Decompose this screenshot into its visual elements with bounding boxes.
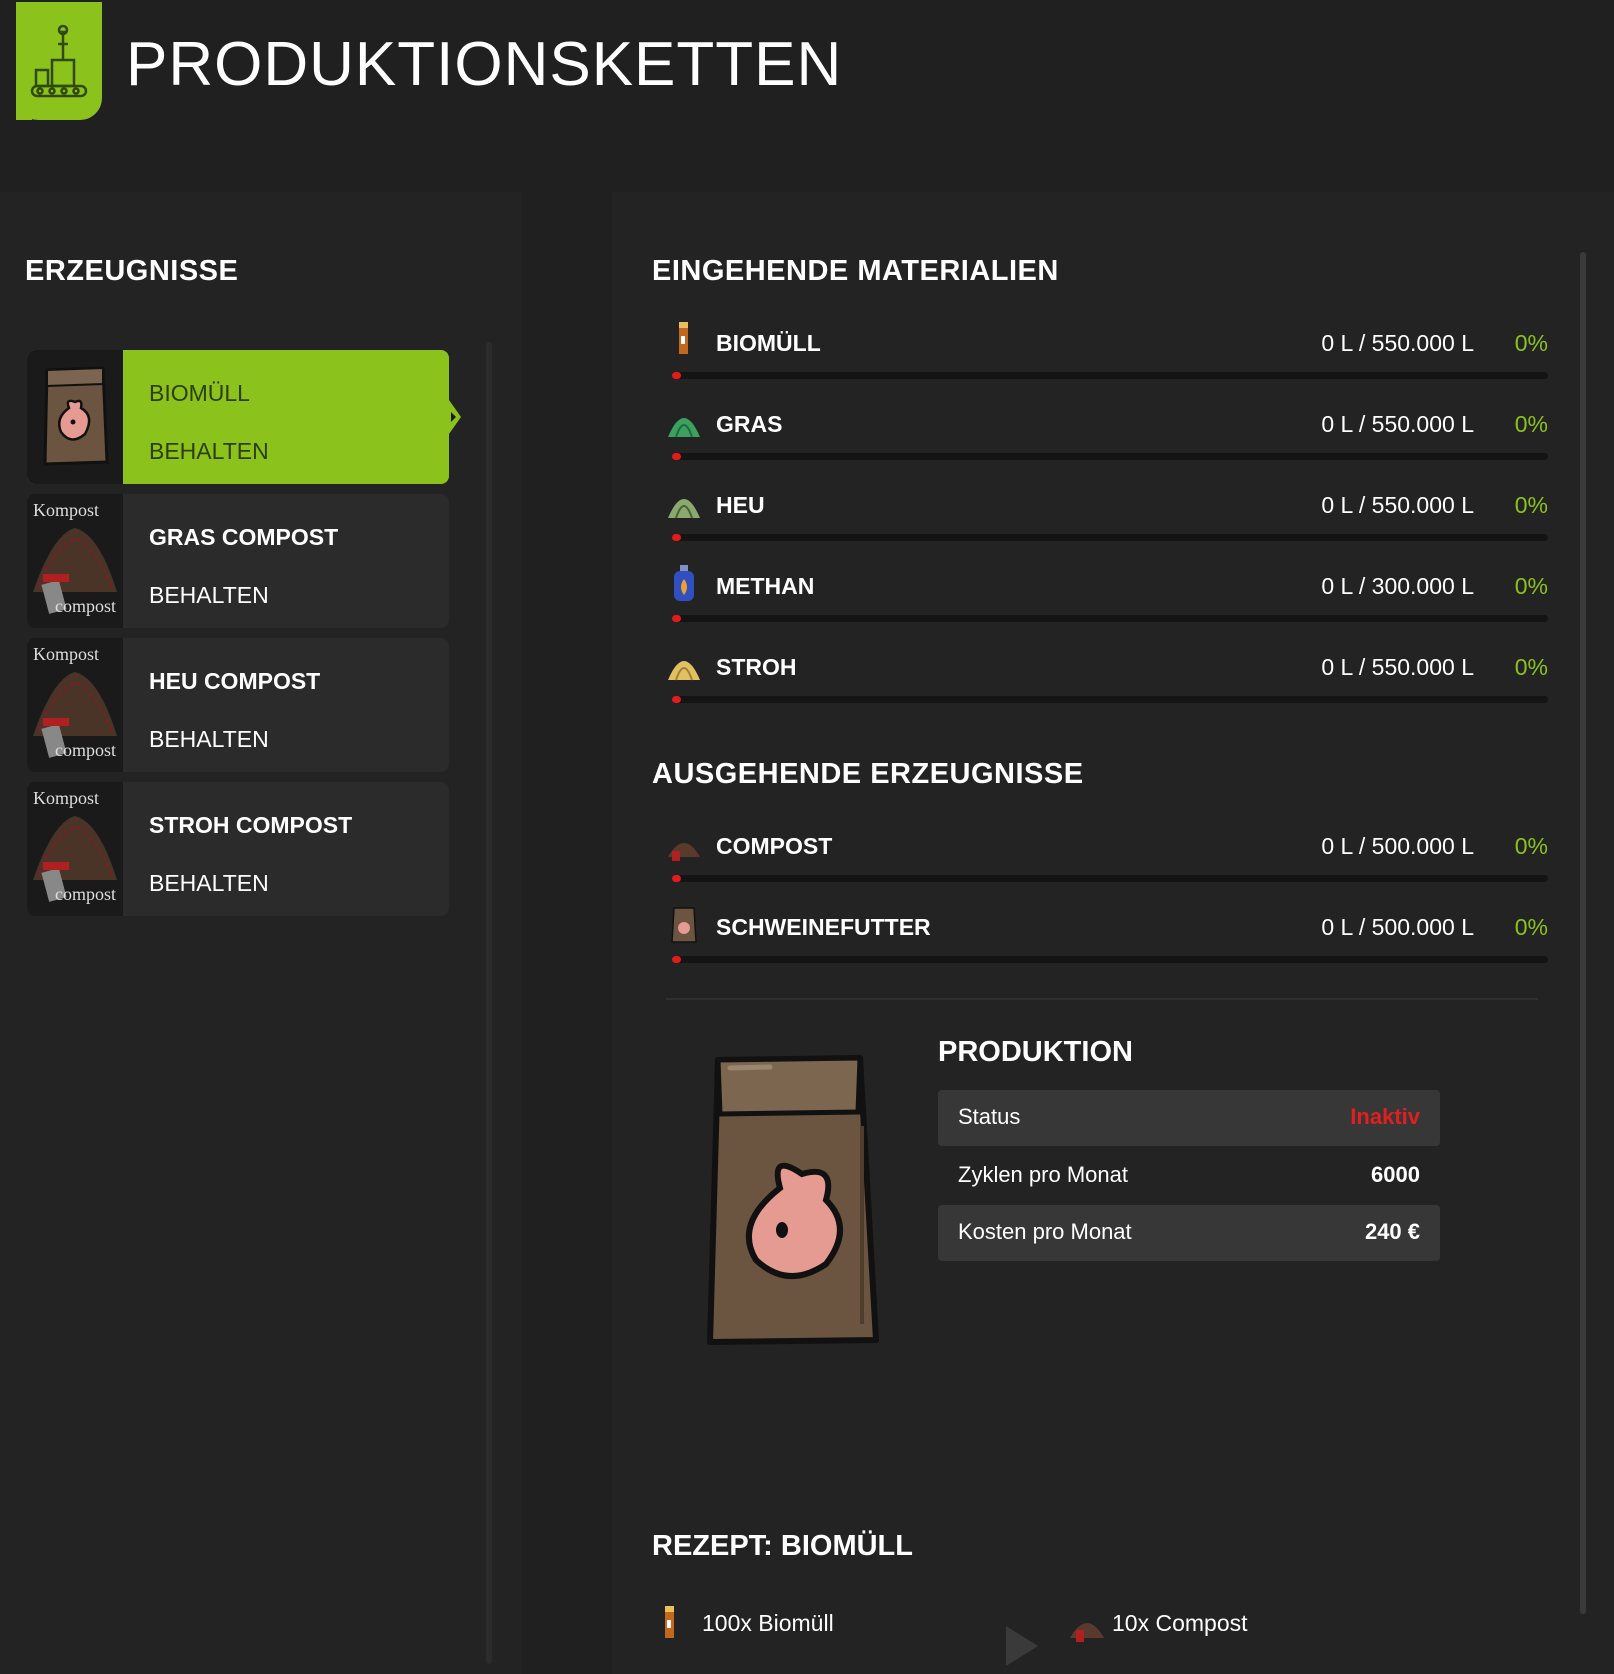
outgoing-row-schweinefutter: SCHWEINEFUTTER 0 L / 500.000 L 0% [666, 906, 1548, 976]
material-name: STROH [716, 654, 797, 680]
production-chain-icon [30, 24, 88, 98]
product-item-stroh-compost[interactable]: Kompost compost STROH COMPOST BEHALTEN [27, 782, 449, 916]
product-action: BEHALTEN [149, 726, 269, 752]
thumb-label-bottom: compost [55, 596, 116, 616]
material-fill-bar [672, 534, 1548, 541]
material-amount: 0 L / 550.000 L [1321, 411, 1474, 437]
recipe-title: REZEPT: BIOMÜLL [652, 1530, 913, 1562]
material-percent: 0% [1514, 654, 1548, 680]
material-fill-bar [672, 372, 1548, 379]
material-fill-bar [672, 696, 1548, 703]
incoming-row-biomuell: BIOMÜLL 0 L / 550.000 L 0% [666, 322, 1548, 392]
product-action: BEHALTEN [149, 582, 269, 608]
material-amount: 0 L / 550.000 L [1321, 330, 1474, 356]
thumb-label-top: Kompost [33, 788, 100, 808]
product-name: STROH COMPOST [149, 812, 353, 838]
material-amount: 0 L / 550.000 L [1321, 654, 1474, 680]
material-percent: 0% [1514, 573, 1548, 599]
cycles-label: Zyklen pro Monat [958, 1162, 1128, 1187]
product-item-biomuell[interactable]: BIOMÜLL BEHALTEN [27, 350, 461, 484]
material-percent: 0% [1514, 914, 1548, 940]
status-label: Status [958, 1104, 1021, 1129]
recipe-input: 100x Biomüll [656, 1602, 956, 1646]
products-scrollbar[interactable] [486, 342, 492, 1664]
material-percent: 0% [1514, 330, 1548, 356]
recipe-input-label: 100x Biomüll [702, 1610, 834, 1636]
thumb-label-top: Kompost [33, 644, 100, 664]
material-name: HEU [716, 492, 765, 518]
product-item-gras-compost[interactable]: Kompost compost GRAS COMPOST BEHALTEN [27, 494, 449, 628]
compost-icon [1070, 1623, 1104, 1642]
product-name: GRAS COMPOST [149, 524, 339, 550]
recipe-output: 10x Compost [1066, 1602, 1366, 1646]
material-amount: 0 L / 300.000 L [1321, 573, 1474, 599]
material-amount: 0 L / 550.000 L [1321, 492, 1474, 518]
production-cost-row: Kosten pro Monat 240 € [938, 1205, 1440, 1261]
methane-icon [674, 565, 694, 601]
material-percent: 0% [1514, 833, 1548, 859]
material-amount: 0 L / 500.000 L [1321, 833, 1474, 859]
details-scrollbar[interactable] [1580, 252, 1586, 1614]
pig-feed-bag-icon [43, 366, 109, 466]
incoming-row-stroh: STROH 0 L / 550.000 L 0% [666, 646, 1548, 716]
incoming-row-methan: METHAN 0 L / 300.000 L 0% [666, 565, 1548, 635]
production-status-row: Status Inaktiv [938, 1090, 1440, 1146]
production-title: PRODUKTION [938, 1036, 1133, 1068]
outgoing-title: AUSGEHENDE ERZEUGNISSE [652, 758, 1084, 790]
products-title: ERZEUGNISSE [25, 255, 239, 287]
chevron-right-icon [435, 350, 461, 484]
material-fill-bar [672, 875, 1548, 882]
product-name: HEU COMPOST [149, 668, 321, 694]
material-name: SCHWEINEFUTTER [716, 914, 931, 940]
section-divider [666, 998, 1538, 1000]
cost-value: 240 € [1364, 1219, 1420, 1244]
cost-label: Kosten pro Monat [958, 1219, 1132, 1244]
product-name: BIOMÜLL [149, 380, 250, 406]
outgoing-row-compost: COMPOST 0 L / 500.000 L 0% [666, 825, 1548, 895]
pig-feed-bag-image [707, 1055, 879, 1345]
production-chain-logo [16, 2, 102, 120]
biowaste-icon [679, 322, 688, 354]
product-thumb: Kompost compost [27, 782, 123, 916]
play-arrow-icon [1006, 1626, 1038, 1666]
thumb-label-top: Kompost [33, 500, 100, 520]
page-title: PRODUKTIONSKETTEN [126, 30, 843, 99]
incoming-title: EINGEHENDE MATERIALIEN [652, 255, 1059, 287]
pig-feed-icon [671, 907, 697, 943]
material-name: GRAS [716, 411, 783, 437]
thumb-label-bottom: compost [55, 884, 116, 904]
material-percent: 0% [1514, 411, 1548, 437]
product-item-heu-compost[interactable]: Kompost compost HEU COMPOST BEHALTEN [27, 638, 449, 772]
product-thumb: Kompost compost [27, 494, 123, 628]
material-fill-bar [672, 615, 1548, 622]
product-action: BEHALTEN [149, 870, 269, 896]
compost-icon [668, 843, 700, 861]
material-name: BIOMÜLL [716, 330, 821, 356]
incoming-row-heu: HEU 0 L / 550.000 L 0% [666, 484, 1548, 554]
incoming-row-gras: GRAS 0 L / 550.000 L 0% [666, 403, 1548, 473]
material-percent: 0% [1514, 492, 1548, 518]
biowaste-icon [665, 1606, 674, 1638]
grass-icon [668, 418, 700, 438]
production-cycles-row: Zyklen pro Monat 6000 [938, 1148, 1440, 1204]
product-action: BEHALTEN [149, 438, 269, 464]
straw-icon [668, 661, 700, 681]
cycles-value: 6000 [1371, 1162, 1420, 1187]
material-name: COMPOST [716, 833, 833, 859]
material-amount: 0 L / 500.000 L [1321, 914, 1474, 940]
recipe-output-label: 10x Compost [1112, 1610, 1248, 1636]
status-value: Inaktiv [1350, 1104, 1420, 1129]
material-fill-bar [672, 453, 1548, 460]
hay-icon [668, 499, 700, 519]
material-name: METHAN [716, 573, 815, 599]
product-thumb: Kompost compost [27, 638, 123, 772]
material-fill-bar [672, 956, 1548, 963]
thumb-label-bottom: compost [55, 740, 116, 760]
product-thumb [27, 350, 123, 484]
